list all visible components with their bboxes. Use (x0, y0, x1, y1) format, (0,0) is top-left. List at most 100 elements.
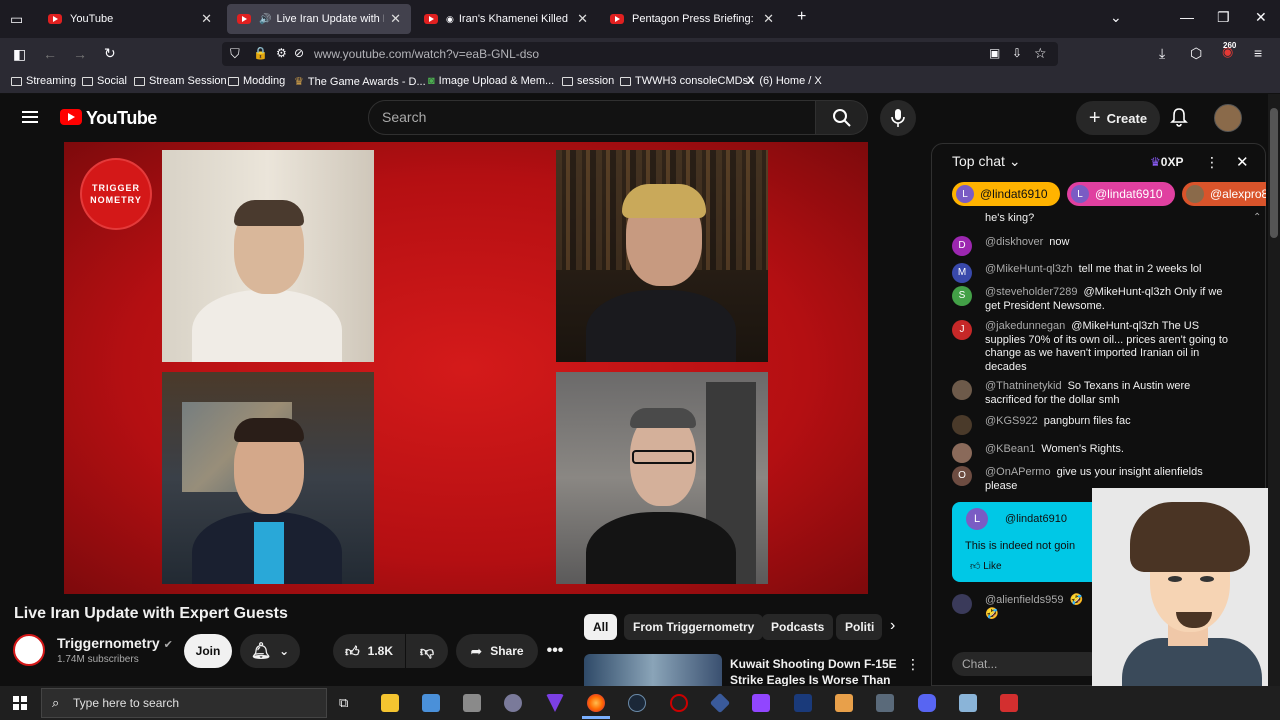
dislike-button[interactable]: 👎︎ (406, 634, 448, 668)
chat-more-icon[interactable]: ⋮ (1205, 154, 1219, 171)
xp-badge[interactable]: ♛0XP (1150, 155, 1183, 169)
picture-in-picture-icon[interactable]: ▣ (989, 46, 1000, 60)
bookmark-game-awards[interactable]: ♛ The Game Awards - D... (294, 75, 426, 89)
more-actions-button[interactable]: ••• (538, 634, 572, 668)
chip-next-arrow-icon[interactable]: › (890, 617, 895, 635)
join-button[interactable]: Join (184, 634, 232, 668)
close-tab-icon[interactable]: ✕ (577, 11, 588, 27)
chat-avatar[interactable] (952, 415, 972, 435)
chat-avatar[interactable]: D (952, 236, 972, 256)
page-scrollbar-thumb[interactable] (1270, 108, 1278, 238)
task-view-icon[interactable]: ⧉ (339, 695, 348, 711)
video-player[interactable]: TRIGGER NOMETRY (64, 142, 868, 594)
sidebar-toggle-icon[interactable]: ◧ (13, 46, 26, 63)
bookmark-stream-session[interactable]: Stream Session (134, 75, 227, 87)
channel-name-text[interactable]: Triggernometry (57, 635, 160, 651)
chat-scroll-up-icon[interactable]: ⌃ (1253, 212, 1261, 223)
create-button[interactable]: + Create (1076, 101, 1160, 135)
app-icon[interactable] (422, 694, 440, 712)
hamburger-menu-icon[interactable] (22, 111, 38, 123)
save-page-icon[interactable]: ⇩ (1012, 46, 1022, 60)
chip-politics[interactable]: Politi (836, 614, 882, 640)
chat-close-icon[interactable]: ✕ (1236, 153, 1249, 171)
discord-icon[interactable] (918, 694, 936, 712)
chat-author[interactable]: @OnAPermo (985, 466, 1051, 478)
extensions-icon[interactable]: ⬡ (1190, 45, 1202, 62)
chat-avatar[interactable]: J (952, 320, 972, 340)
close-window-icon[interactable]: ✕ (1255, 9, 1267, 26)
file-explorer-icon[interactable] (381, 694, 399, 712)
browser-tab-active[interactable]: 🔊 Live Iran Update with Expert Guests ✕ (227, 4, 411, 34)
youtube-logo-icon[interactable] (60, 109, 82, 125)
channel-name[interactable]: Triggernometry ✔ (57, 635, 173, 651)
search-input[interactable] (368, 100, 816, 135)
steam-icon[interactable] (628, 694, 646, 712)
pinned-chat-message[interactable]: L @lindat6910 This is indeed not goin 👍︎… (952, 502, 1096, 582)
bookmark-session[interactable]: session (562, 75, 614, 87)
chat-ticker-item[interactable]: L @lindat6910 (952, 182, 1060, 206)
app-icon[interactable] (959, 694, 977, 712)
browser-tab[interactable]: ◉ Iran's Khamenei Killed & Aides ✕ (414, 4, 598, 34)
close-tab-icon[interactable]: ✕ (763, 11, 774, 27)
pinned-like-button[interactable]: 👍︎ Like (970, 560, 1002, 572)
subscribed-notifications-button[interactable]: 🔔︎ ⌄ (240, 634, 300, 668)
chat-avatar[interactable] (952, 380, 972, 400)
chat-avatar[interactable]: S (952, 286, 972, 306)
recommended-video-thumbnail[interactable] (584, 654, 722, 686)
lock-icon[interactable]: 🔒 (253, 46, 268, 60)
downloads-icon[interactable]: ⤓ (1159, 45, 1165, 62)
chat-author[interactable]: @KGS922 (985, 415, 1038, 427)
bookmark-image-upload[interactable]: ◙ Image Upload & Mem... (428, 75, 554, 87)
twitch-icon[interactable] (752, 694, 770, 712)
chat-avatar[interactable] (952, 443, 972, 463)
channel-avatar[interactable] (13, 634, 45, 666)
bookmark-streaming[interactable]: Streaming (11, 75, 76, 87)
reload-icon[interactable]: ↻ (104, 45, 116, 62)
chat-avatar[interactable]: M (952, 263, 972, 283)
chat-mode-dropdown[interactable]: Top chat ⌄ (952, 153, 1021, 170)
chat-avatar[interactable] (952, 594, 972, 614)
chat-author[interactable]: @MikeHunt-ql3zh (985, 263, 1073, 275)
chat-input[interactable]: Chat... (952, 652, 1102, 676)
browser-tab[interactable]: YouTube ✕ (38, 4, 222, 34)
bookmark-x-home[interactable]: X (6) Home / X (747, 75, 822, 87)
permissions-icon[interactable]: ⚙ (276, 46, 287, 60)
chat-author[interactable]: @steveholder7289 (985, 286, 1078, 298)
bookmark-modding[interactable]: Modding (228, 75, 285, 87)
tab-list-icon[interactable]: ▭ (10, 11, 23, 28)
app-icon[interactable] (504, 694, 522, 712)
chat-author[interactable]: @Thatninetykid (985, 380, 1062, 392)
account-avatar[interactable] (1214, 104, 1242, 132)
chip-podcasts[interactable]: Podcasts (762, 614, 834, 640)
forward-arrow-icon[interactable]: → (73, 46, 87, 62)
app-icon[interactable] (876, 694, 894, 712)
windows-start-icon[interactable] (13, 696, 27, 710)
menu-icon[interactable]: ≡ (1254, 45, 1262, 61)
app-icon[interactable] (670, 694, 688, 712)
like-button[interactable]: 👍︎ 1.8K (333, 634, 405, 668)
new-tab-icon[interactable]: + (797, 8, 806, 26)
firefox-icon[interactable] (587, 694, 605, 712)
bookmark-star-icon[interactable]: ☆ (1034, 45, 1047, 62)
app-icon[interactable] (835, 694, 853, 712)
share-button[interactable]: ➦ Share (456, 634, 538, 668)
chat-ticker-item[interactable]: L @lindat6910 (1067, 182, 1175, 206)
chat-author[interactable]: @KBean1 (985, 443, 1035, 455)
search-button[interactable] (816, 100, 868, 135)
chip-from-triggernometry[interactable]: From Triggernometry (624, 614, 764, 640)
bookmark-social[interactable]: Social (82, 75, 127, 87)
list-all-tabs-icon[interactable]: ⌄ (1110, 9, 1122, 26)
chip-all[interactable]: All (584, 614, 618, 640)
autoplay-icon[interactable]: ⊘ (294, 46, 304, 60)
app-icon[interactable] (794, 694, 812, 712)
bookmark-twwh3[interactable]: TWWH3 consoleCMDs (620, 75, 748, 87)
chat-author[interactable]: @jakedunnegan (985, 320, 1065, 332)
close-tab-icon[interactable]: ✕ (201, 11, 212, 27)
shield-icon[interactable]: ⛉ (230, 46, 240, 62)
back-arrow-icon[interactable]: ← (43, 46, 57, 62)
app-icon[interactable] (463, 694, 481, 712)
youtube-logo-text[interactable]: YouTube (86, 108, 157, 129)
chat-ticker-item[interactable]: @alexpro8 (1182, 182, 1266, 206)
close-tab-icon[interactable]: ✕ (390, 11, 401, 27)
chat-author[interactable]: @alienfields959 (985, 594, 1063, 606)
